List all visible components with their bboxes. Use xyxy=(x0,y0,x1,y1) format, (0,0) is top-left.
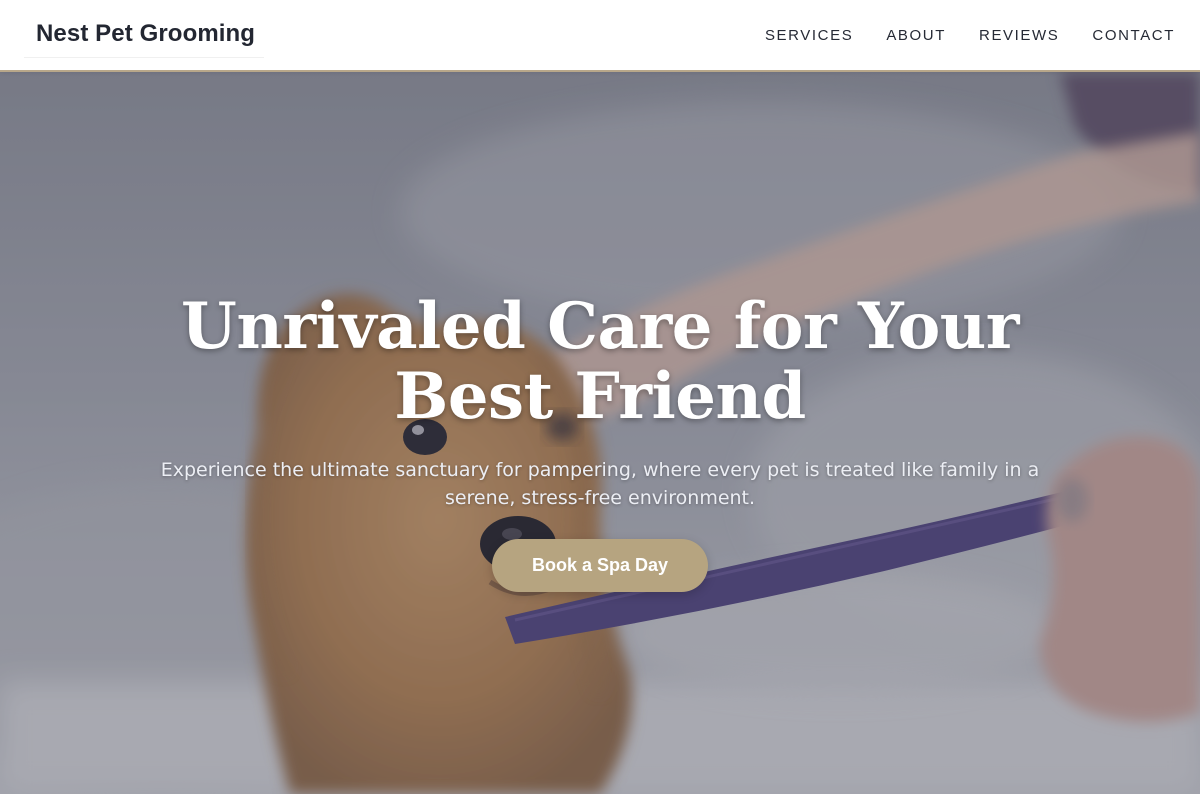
site-header: Nest Pet Grooming SERVICES ABOUT REVIEWS… xyxy=(0,0,1200,72)
page-bottom-strip xyxy=(0,794,1200,800)
hero-content: Unrivaled Care for Your Best Friend Expe… xyxy=(0,72,1200,794)
main-nav: SERVICES ABOUT REVIEWS CONTACT xyxy=(765,27,1175,44)
nav-link-contact[interactable]: CONTACT xyxy=(1092,27,1175,44)
nav-link-reviews[interactable]: REVIEWS xyxy=(979,27,1059,44)
logo[interactable]: Nest Pet Grooming xyxy=(24,12,264,58)
hero-title: Unrivaled Care for Your Best Friend xyxy=(150,292,1050,432)
logo-text: Nest Pet Grooming xyxy=(36,20,256,47)
hero-title-line-1: Unrivaled Care for Your xyxy=(181,289,1020,364)
hero-subtitle: Experience the ultimate sanctuary for pa… xyxy=(160,459,1040,509)
hero-section: Unrivaled Care for Your Best Friend Expe… xyxy=(0,72,1200,794)
hero-title-line-2: Best Friend xyxy=(394,359,806,434)
nav-link-about[interactable]: ABOUT xyxy=(886,27,946,44)
book-spa-day-button[interactable]: Book a Spa Day xyxy=(492,539,708,592)
nav-link-services[interactable]: SERVICES xyxy=(765,27,853,44)
